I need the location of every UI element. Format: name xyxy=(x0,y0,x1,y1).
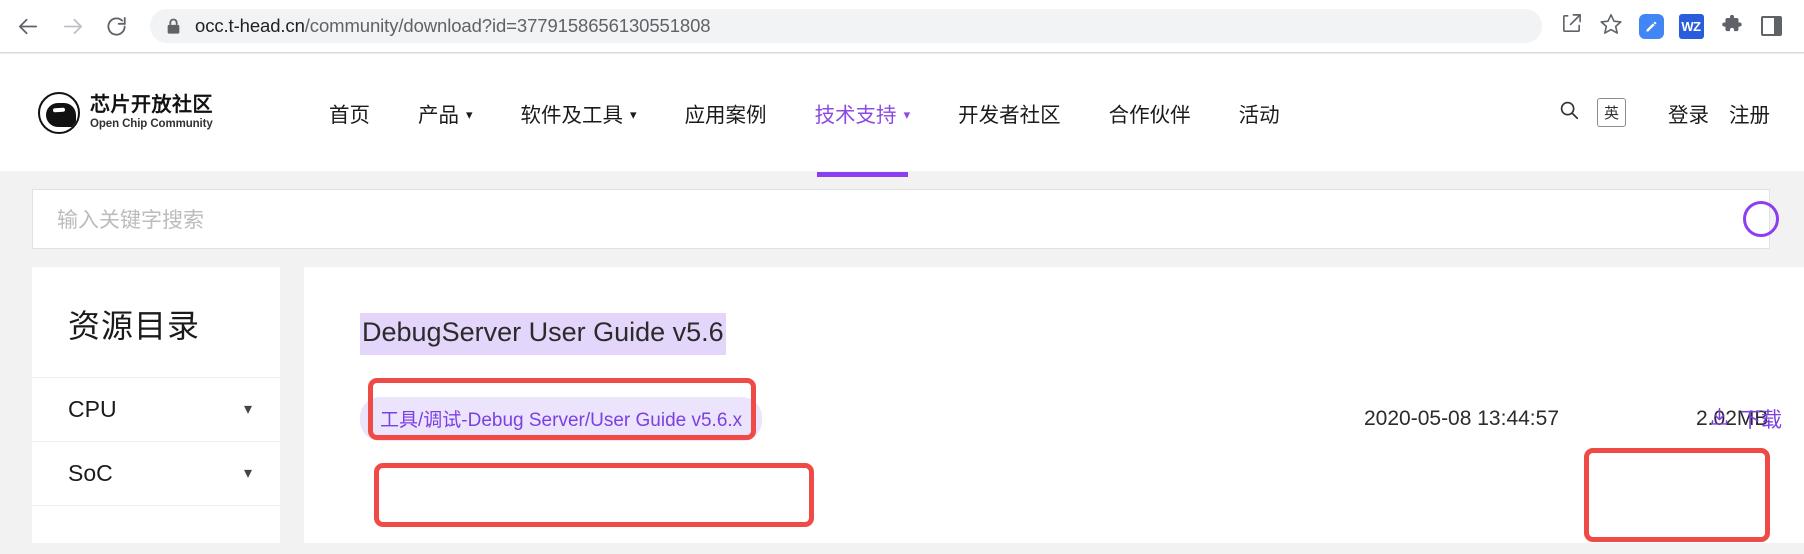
nav-item-products[interactable]: 产品 ▾ xyxy=(394,54,497,171)
browser-toolbar-icons: WZ xyxy=(1552,7,1790,45)
download-button[interactable]: 下载 xyxy=(1709,404,1782,434)
register-link[interactable]: 注册 xyxy=(1729,98,1770,128)
download-content-card: DebugServer User Guide v5.6 工具/调试-Debug … xyxy=(304,267,1804,543)
nav-item-partners[interactable]: 合作伙伴 xyxy=(1085,54,1215,171)
search-circle-icon xyxy=(1743,201,1779,237)
nav-label: 产品 xyxy=(418,103,459,127)
keyword-search-box[interactable]: 输入关键字搜索 xyxy=(32,189,1779,249)
wps-extension-icon: WZ xyxy=(1678,13,1704,39)
lock-icon xyxy=(166,18,181,35)
pen-extension-button[interactable] xyxy=(1632,7,1670,45)
bookmark-button[interactable] xyxy=(1592,7,1630,45)
nav-item-events[interactable]: 活动 xyxy=(1215,54,1304,171)
file-date: 2020-05-08 13:44:57 xyxy=(1364,407,1559,430)
back-arrow-icon xyxy=(17,15,40,38)
nav-label: 软件及工具 xyxy=(520,103,624,127)
url-text: occ.t-head.cn/community/download?id=3779… xyxy=(195,15,710,37)
nav-item-developer-community[interactable]: 开发者社区 xyxy=(934,54,1085,171)
page-title: DebugServer User Guide v5.6 xyxy=(360,313,726,355)
sidebar-item-cpu[interactable]: CPU ▾ xyxy=(32,378,280,442)
search-icon xyxy=(1558,99,1580,126)
site-header: 芯片开放社区 Open Chip Community 首页 产品 ▾ 软件及工具… xyxy=(0,54,1804,177)
reload-icon xyxy=(105,15,128,38)
nav-item-software-tools[interactable]: 软件及工具 ▾ xyxy=(497,54,661,171)
wps-extension-button[interactable]: WZ xyxy=(1672,7,1710,45)
side-panel-button[interactable] xyxy=(1752,7,1790,45)
sidebar-item-soc[interactable]: SoC ▾ xyxy=(32,442,280,506)
search-submit-button[interactable] xyxy=(1739,197,1783,241)
nav-item-home[interactable]: 首页 xyxy=(305,54,394,171)
back-button[interactable] xyxy=(8,6,48,46)
resource-sidebar: 资源目录 CPU ▾ SoC ▾ xyxy=(32,267,280,543)
logo-title-cn: 芯片开放社区 xyxy=(90,93,213,116)
sidebar-title: 资源目录 xyxy=(32,267,280,378)
forward-button[interactable] xyxy=(52,6,92,46)
nav-label: 开发者社区 xyxy=(958,103,1061,127)
reload-button[interactable] xyxy=(96,6,136,46)
site-logo[interactable]: 芯片开放社区 Open Chip Community xyxy=(38,91,213,134)
address-bar[interactable]: occ.t-head.cn/community/download?id=3779… xyxy=(150,9,1542,43)
chevron-down-icon: ▾ xyxy=(466,106,473,122)
document-title-row: DebugServer User Guide v5.6 xyxy=(304,267,1804,373)
occ-logo-icon xyxy=(38,91,80,134)
extensions-button[interactable] xyxy=(1712,7,1750,45)
logo-title-en: Open Chip Community xyxy=(90,117,213,130)
chevron-down-icon: ▾ xyxy=(903,106,911,122)
chevron-down-icon: ▾ xyxy=(243,400,252,418)
login-link[interactable]: 登录 xyxy=(1668,98,1709,128)
page-body: 资源目录 CPU ▾ SoC ▾ DebugServer User Guide … xyxy=(0,267,1804,543)
sidebar-item-label: CPU xyxy=(68,396,117,422)
extensions-puzzle-icon xyxy=(1720,12,1743,40)
share-icon xyxy=(1560,12,1583,40)
url-host: occ.t-head.cn xyxy=(195,15,305,36)
nav-label: 应用案例 xyxy=(684,103,767,127)
nav-label: 首页 xyxy=(329,103,370,127)
browser-nav-buttons xyxy=(8,6,136,46)
share-button[interactable] xyxy=(1552,7,1590,45)
nav-label: 活动 xyxy=(1238,103,1280,127)
side-panel-icon xyxy=(1760,16,1782,36)
language-toggle[interactable]: 英 xyxy=(1597,98,1626,127)
search-input[interactable]: 输入关键字搜索 xyxy=(57,204,1745,234)
table-row: 工具/调试-Debug Server/User Guide v5.6.x 202… xyxy=(304,373,1804,465)
forward-arrow-icon xyxy=(61,15,84,38)
chevron-down-icon: ▾ xyxy=(630,106,637,122)
nav-label: 合作伙伴 xyxy=(1108,103,1191,127)
header-search-button[interactable] xyxy=(1551,95,1587,131)
browser-toolbar: occ.t-head.cn/community/download?id=3779… xyxy=(0,0,1804,52)
main-navigation: 首页 产品 ▾ 软件及工具 ▾ 应用案例 技术支持 ▾ 开发者社区 合作伙伴 活… xyxy=(305,54,1551,177)
header-actions: 英 登录 注册 xyxy=(1551,95,1770,131)
nav-item-use-cases[interactable]: 应用案例 xyxy=(661,54,791,171)
file-category-tag[interactable]: 工具/调试-Debug Server/User Guide v5.6.x xyxy=(360,397,763,441)
logo-text: 芯片开放社区 Open Chip Community xyxy=(90,93,213,130)
download-label: 下载 xyxy=(1740,409,1782,432)
bookmark-star-icon xyxy=(1599,12,1623,41)
nav-item-tech-support[interactable]: 技术支持 ▾ xyxy=(791,54,935,177)
pen-extension-icon xyxy=(1638,13,1664,39)
search-strip: 输入关键字搜索 xyxy=(0,171,1804,267)
chevron-down-icon: ▾ xyxy=(243,464,252,482)
download-arrow-icon xyxy=(1709,406,1730,433)
sidebar-item-label: SoC xyxy=(68,460,113,486)
url-path: /community/download?id=37791586561305518… xyxy=(304,15,711,36)
nav-label: 技术支持 xyxy=(814,103,897,127)
